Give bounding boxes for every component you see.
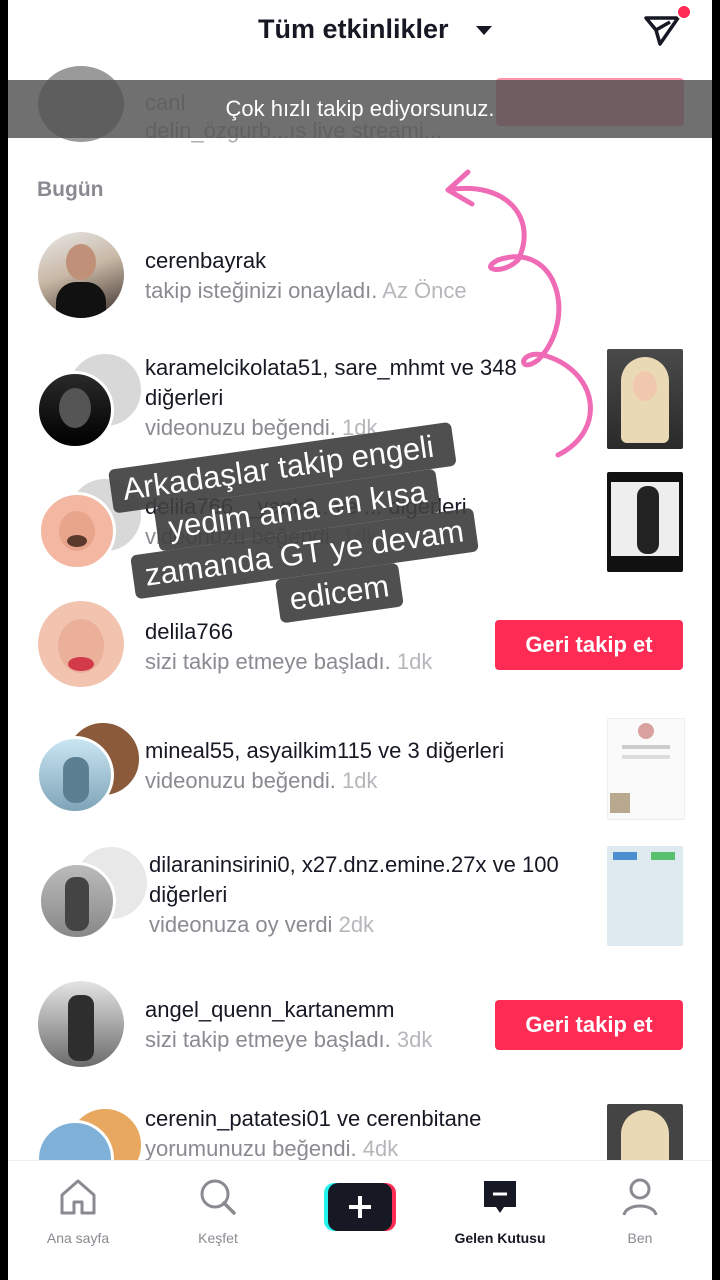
video-thumbnail[interactable] [607, 472, 683, 572]
create-video-button[interactable] [324, 1183, 396, 1231]
notification-users[interactable]: angel_quenn_kartanemm [145, 997, 395, 1022]
avatar[interactable] [38, 492, 116, 570]
unread-dot [676, 4, 692, 20]
home-icon [60, 1179, 96, 1215]
list-item[interactable]: cerenin_patatesi01 ve cerenbitane yorumu… [8, 1100, 712, 1160]
nav-label: Ana sayfa [46, 1230, 110, 1246]
plus-icon [349, 1196, 371, 1218]
notification-users[interactable]: delila766, _yank0...ve ... diğerleri [145, 494, 467, 519]
avatar[interactable] [38, 601, 124, 687]
notification-users[interactable]: cerenin_patatesi01 ve cerenbitane [145, 1106, 481, 1131]
notification-users[interactable]: dilaraninsirini0, x27.dnz.emine.27x ve 1… [149, 852, 559, 907]
notification-time: 1dk [341, 524, 378, 549]
video-thumbnail[interactable] [607, 1104, 683, 1160]
header: Tüm etkinlikler [8, 0, 712, 66]
notification-time: 1dk [341, 768, 378, 793]
notification-time: 1dk [396, 649, 433, 674]
profile-icon [622, 1178, 658, 1216]
notification-time: 1dk [341, 415, 378, 440]
notification-users[interactable]: cerenbayrak [145, 248, 266, 273]
list-item[interactable]: angel_quenn_kartanemm sizi takip etmeye … [8, 975, 712, 1095]
section-today: Bugün [37, 178, 104, 201]
search-icon [200, 1179, 236, 1215]
list-item[interactable]: mineal55, asyailkim115 ve 3 diğerleri vi… [8, 716, 712, 836]
notification-action: videonuza oy verdi [149, 912, 333, 937]
follow-back-button[interactable]: Geri takip et [495, 1000, 683, 1050]
notification-action: sizi takip etmeye başladı. [145, 1027, 391, 1052]
toast-message: Çok hızlı takip ediyorsunuz. [8, 80, 712, 138]
list-item[interactable]: delila766 sizi takip etmeye başladı. 1dk… [8, 595, 712, 715]
notification-action: takip isteğinizi onayladı. [145, 278, 378, 303]
nav-inbox[interactable]: Gelen Kutusu [440, 1175, 560, 1246]
chevron-down-icon[interactable] [476, 26, 492, 35]
notification-action: videonuzu beğendi. [145, 415, 336, 440]
avatar[interactable] [36, 736, 114, 814]
nav-discover[interactable]: Keşfet [158, 1175, 278, 1246]
pink-arrow-annotation [445, 169, 593, 458]
activity-screen: Tüm etkinlikler canl delin_özgurb...ıs l… [8, 0, 712, 1280]
list-item[interactable]: dilaraninsirini0, x27.dnz.emine.27x ve 1… [8, 840, 712, 960]
notification-users[interactable]: delila766 [145, 619, 233, 644]
nav-label: Ben [627, 1230, 653, 1246]
video-thumbnail[interactable] [607, 846, 683, 946]
avatar[interactable] [38, 981, 124, 1067]
follow-back-button[interactable]: Geri takip et [495, 620, 683, 670]
bottom-nav: Ana sayfa Keşfet Gelen Kutusu Ben [8, 1160, 712, 1280]
nav-home[interactable]: Ana sayfa [18, 1175, 138, 1246]
notification-action: sizi takip etmeye başladı. [145, 649, 391, 674]
nav-label: Gelen Kutusu [454, 1230, 546, 1246]
avatar[interactable] [38, 232, 124, 318]
activity-filter-title[interactable]: Tüm etkinlikler [258, 14, 449, 45]
nav-me[interactable]: Ben [580, 1175, 700, 1246]
notification-action: yorumunuzu beğendi. [145, 1136, 357, 1160]
notification-time: 2dk [338, 912, 375, 937]
notification-action: videonuzu beğendi. [145, 524, 336, 549]
notification-time: 3dk [396, 1027, 433, 1052]
notification-users[interactable]: mineal55, asyailkim115 ve 3 diğerleri [145, 738, 504, 763]
inbox-icon [484, 1181, 516, 1213]
video-thumbnail[interactable] [607, 718, 685, 820]
avatar[interactable] [38, 862, 116, 940]
notification-action: videonuzu beğendi. [145, 768, 336, 793]
avatar[interactable] [36, 371, 114, 449]
nav-label: Keşfet [198, 1230, 238, 1246]
list-item[interactable]: delila766, _yank0...ve ... diğerleri vid… [8, 470, 712, 590]
notification-time: 4dk [362, 1136, 399, 1160]
